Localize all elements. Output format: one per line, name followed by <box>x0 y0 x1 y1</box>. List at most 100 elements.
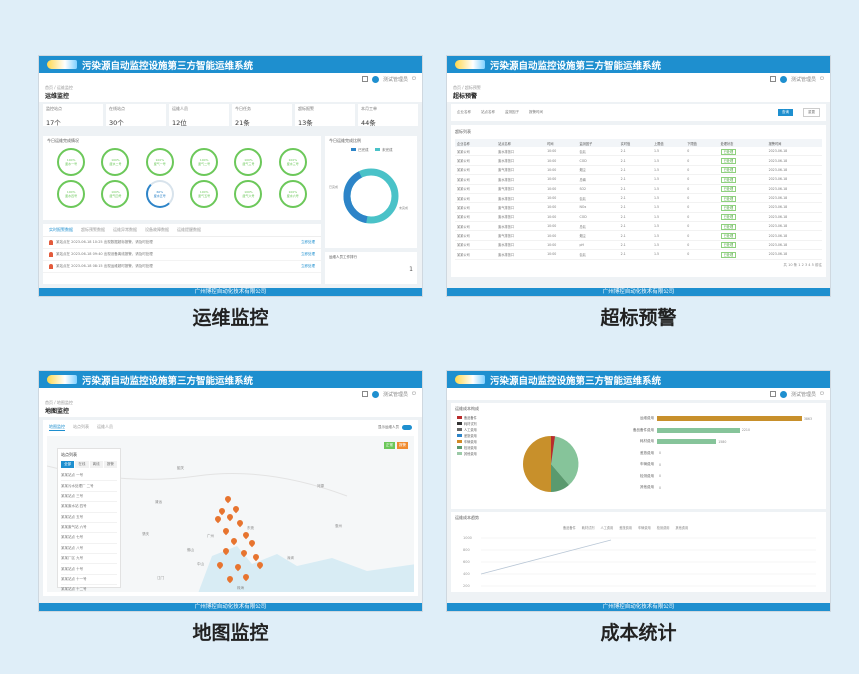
legend-item[interactable]: 耗材试剂 <box>457 421 477 426</box>
bar-fill[interactable] <box>657 439 717 445</box>
list-item[interactable]: 某某站点 三号 <box>61 492 117 503</box>
handle-link[interactable]: 立即处理 <box>301 264 315 269</box>
user-label[interactable]: 测试管理员 <box>383 76 408 83</box>
stat-card[interactable]: 本月工单 44条 <box>358 104 418 127</box>
completion-ring[interactable]: 100% 废气二号 <box>190 148 219 176</box>
completion-ring[interactable]: 100% 废气一号 <box>145 148 174 176</box>
stat-card[interactable]: 运维人员 12位 <box>169 104 229 127</box>
tab-alarm[interactable]: 报警 <box>103 461 117 468</box>
tab-ops-abnormal[interactable]: 运维异常数据 <box>113 227 137 233</box>
list-item[interactable]: 某某站点 十二号 <box>61 585 117 592</box>
avatar[interactable] <box>780 75 788 83</box>
grid-icon[interactable] <box>362 76 369 82</box>
avatar[interactable] <box>780 390 788 398</box>
table-cell: 已处理 <box>718 249 767 260</box>
completion-ring[interactable]: 100% 废气四号 <box>101 180 130 208</box>
stat-card[interactable]: 今日任务 21条 <box>232 104 292 127</box>
bar-fill[interactable] <box>657 427 740 433</box>
user-label[interactable]: 测试管理员 <box>791 391 816 398</box>
card-title: 今日运维完成情况 <box>47 138 79 143</box>
tab-site-list[interactable]: 站点列表 <box>73 424 89 431</box>
completion-ring[interactable]: 100% 废水一号 <box>57 148 86 176</box>
completion-ring[interactable]: 100% 废水四号 <box>57 180 86 208</box>
legend-item[interactable]: 其他费用 <box>457 451 477 456</box>
logout-icon[interactable]: ⏻ <box>412 391 416 397</box>
table-row[interactable]: 某某公司 废水排放口 10:00 氨氮 2.1 1.5 0 已处理 2023-06-18 <box>455 249 822 260</box>
map-canvas[interactable]: 站点列表 全部 在线 离线 报警 某某站点 一号 某某污水处理厂 二号 某某站点 三… <box>47 436 414 592</box>
reset-button[interactable]: 重置 <box>803 108 820 117</box>
logout-icon[interactable]: ⏻ <box>412 76 416 82</box>
staff-toggle[interactable]: 显示运维人员 <box>378 425 412 430</box>
avatar[interactable] <box>372 75 380 83</box>
completion-ring[interactable]: 100% 废气三号 <box>234 148 263 176</box>
tab-ops-reminder[interactable]: 运维提醒数据 <box>177 227 201 233</box>
table-row[interactable]: 某某公司 废水排放口 10:00 COD 2.1 1.5 0 已处理 2023-06-18 <box>455 212 822 223</box>
list-item[interactable]: 某某站点 十号 <box>61 564 117 575</box>
filter-site[interactable]: 站点名称 <box>481 110 495 115</box>
table-row[interactable]: 某某公司 废气排放口 10:00 SO2 2.1 1.5 0 已处理 2023-06-18 <box>455 184 822 194</box>
completion-ring[interactable]: 100% 废水六号 <box>278 180 307 208</box>
legend-item[interactable]: 车辆费用 <box>457 439 477 444</box>
filter-time[interactable]: 报警时间 <box>529 110 543 115</box>
table-row[interactable]: 某某公司 废水排放口 10:00 氨氮 2.1 1.5 0 已处理 2023-06-18 <box>455 147 822 157</box>
toggle-switch[interactable] <box>402 425 412 430</box>
table-row[interactable]: 某某公司 废气排放口 10:00 烟尘 2.1 1.5 0 已处理 2023-06-18 <box>455 165 822 176</box>
legend-item[interactable]: 差旅费用 <box>457 433 477 438</box>
completion-ring[interactable]: 60% 废水五号 <box>145 180 174 208</box>
completion-ring[interactable]: 100% 废水三号 <box>278 148 307 176</box>
table-cell: 已处理 <box>718 147 767 157</box>
table-row[interactable]: 某某公司 废水排放口 10:00 pH 2.1 1.5 0 已处理 2023-06-18 <box>455 240 822 251</box>
handle-link[interactable]: 立即处理 <box>301 252 315 257</box>
legend-normal[interactable]: 正常 <box>384 442 395 449</box>
table-row[interactable]: 某某公司 废水排放口 10:00 氨氮 2.1 1.5 0 已处理 2023-06-18 <box>455 193 822 204</box>
legend-alarm[interactable]: 报警 <box>397 442 408 449</box>
list-item[interactable]: 某某污水处理厂 二号 <box>61 481 117 492</box>
grid-icon[interactable] <box>362 391 369 397</box>
handle-link[interactable]: 立即处理 <box>301 240 315 245</box>
list-item[interactable]: 某某站点 七号 <box>61 533 117 544</box>
list-item[interactable]: 某某站点 八号 <box>61 544 117 554</box>
stat-card[interactable]: 超标报警 13条 <box>295 104 355 127</box>
stat-card[interactable]: 监控站点 17个 <box>43 104 103 127</box>
bar-fill[interactable] <box>657 416 802 422</box>
avatar[interactable] <box>372 390 380 398</box>
tab-online[interactable]: 在线 <box>75 461 89 468</box>
list-item[interactable]: 某某站点 十一号 <box>61 575 117 586</box>
tab-offline[interactable]: 离线 <box>89 461 103 468</box>
list-item[interactable]: 某某站点 一号 <box>61 471 117 482</box>
completion-ring[interactable]: 100% 废气六号 <box>234 180 263 208</box>
pagination[interactable]: 共 10 条 1 2 3 4 5 前往 <box>455 263 823 268</box>
table-row[interactable]: 某某公司 废水排放口 10:00 COD 2.1 1.5 0 已处理 2023-06-18 <box>455 155 822 166</box>
table-cell: 1.5 <box>651 212 686 223</box>
completion-ring[interactable]: 100% 废气五号 <box>190 180 219 208</box>
tab-over-limit[interactable]: 超标预警数据 <box>81 227 105 233</box>
list-item[interactable]: 某某废气站 六号 <box>61 523 117 534</box>
legend-item[interactable]: 检测费用 <box>457 445 477 450</box>
tab-map[interactable]: 地图监控 <box>49 424 65 431</box>
legend-item[interactable]: 人工费用 <box>457 427 477 432</box>
stat-card[interactable]: 在线站点 30个 <box>106 104 166 127</box>
user-label[interactable]: 测试管理员 <box>791 76 816 83</box>
table-row[interactable]: 某某公司 废水排放口 10:00 总磷 2.1 1.5 0 已处理 2023-06-18 <box>455 174 822 185</box>
table-row[interactable]: 某某公司 废水排放口 10:00 总氮 2.1 1.5 0 已处理 2023-06-18 <box>455 221 822 232</box>
list-item[interactable]: 某某废水站 四号 <box>61 502 117 513</box>
completion-ring[interactable]: 100% 废水二号 <box>101 148 130 176</box>
user-label[interactable]: 测试管理员 <box>383 391 408 398</box>
list-item[interactable]: 某某站点 五号 <box>61 513 117 523</box>
filter-company[interactable]: 企业名称 <box>457 110 471 115</box>
list-item[interactable]: 某某厂区 九号 <box>61 554 117 565</box>
filter-factor[interactable]: 监测因子 <box>505 110 519 115</box>
table-row[interactable]: 某某公司 废气排放口 10:00 烟尘 2.1 1.5 0 已处理 2023-06-18 <box>455 230 822 241</box>
city-label: 佛山 <box>187 548 194 552</box>
tab-all[interactable]: 全部 <box>61 461 75 468</box>
tab-realtime-alarm[interactable]: 实时报警数据 <box>49 227 73 233</box>
search-button[interactable]: 查询 <box>778 109 793 116</box>
logout-icon[interactable]: ⏻ <box>820 391 824 397</box>
tab-ops-staff[interactable]: 运维人员 <box>97 424 113 431</box>
table-row[interactable]: 某某公司 废气排放口 10:00 NOx 2.1 1.5 0 已处理 2023-06-18 <box>455 202 822 213</box>
logout-icon[interactable]: ⏻ <box>820 76 824 82</box>
tab-device-fault[interactable]: 设备故障数据 <box>145 227 169 233</box>
legend-item[interactable]: 备品备件 <box>457 415 477 420</box>
grid-icon[interactable] <box>770 76 777 82</box>
grid-icon[interactable] <box>770 391 777 397</box>
